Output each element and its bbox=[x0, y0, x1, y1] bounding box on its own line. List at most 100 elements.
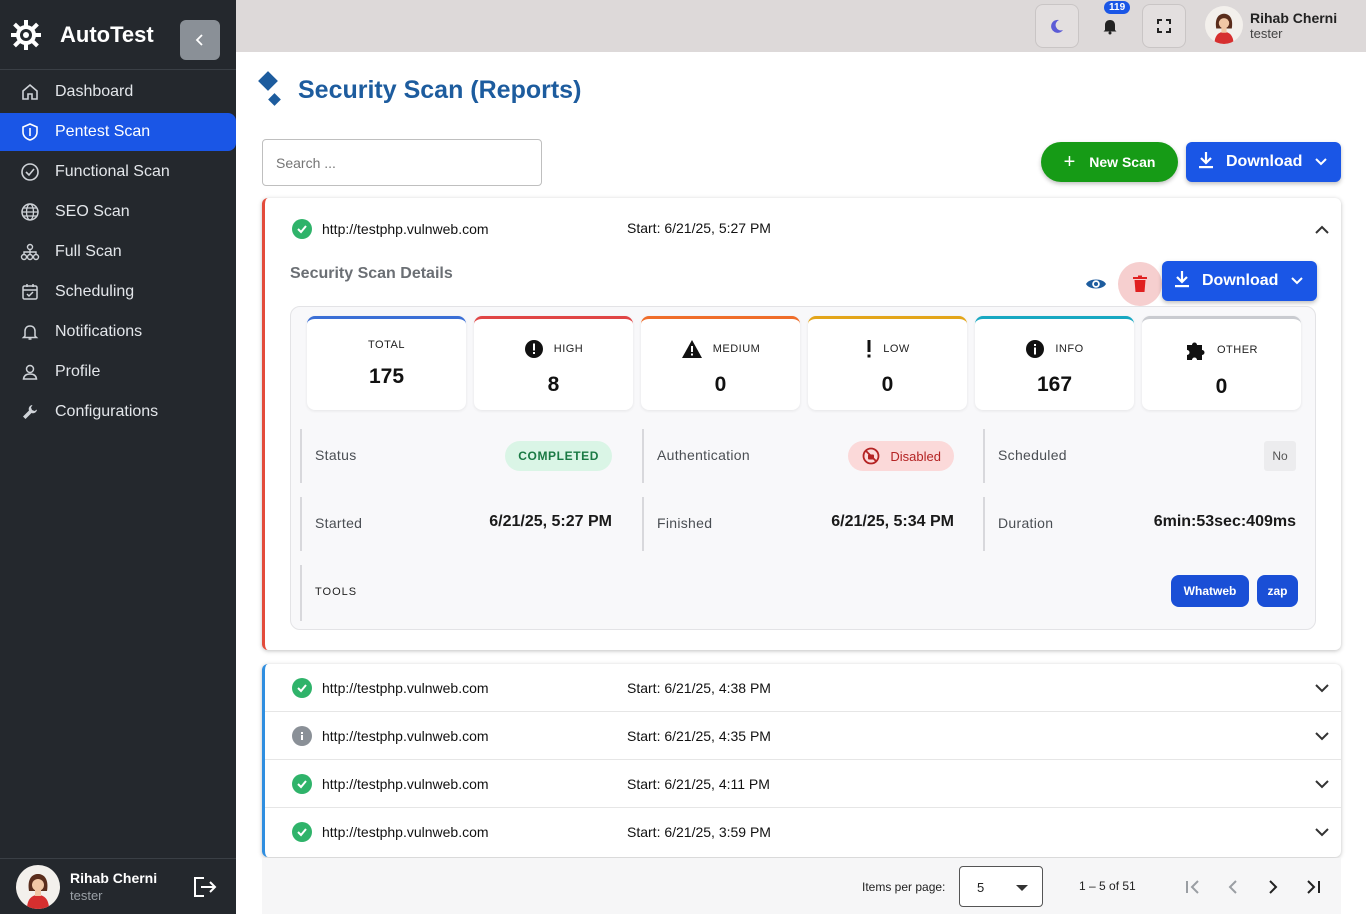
scan-download-button[interactable]: Download bbox=[1162, 261, 1317, 301]
view-eye-icon[interactable] bbox=[1085, 276, 1107, 297]
new-scan-button[interactable]: + New Scan bbox=[1041, 142, 1178, 182]
moon-icon bbox=[1051, 19, 1063, 33]
app-name: AutoTest bbox=[60, 21, 154, 47]
info-status-icon bbox=[292, 726, 312, 746]
scan-panel-expanded: http://testphp.vulnweb.com Start: 6/21/2… bbox=[262, 198, 1341, 650]
info-circle-icon bbox=[1025, 339, 1045, 359]
wrench-icon bbox=[20, 402, 40, 422]
topbar-user[interactable]: Rihab Cherni tester bbox=[1205, 6, 1337, 44]
bell-icon bbox=[20, 322, 40, 342]
download-icon bbox=[1174, 270, 1190, 293]
puzzle-icon bbox=[1185, 339, 1207, 361]
search-input[interactable] bbox=[262, 139, 542, 186]
sidebar-item-functional-scan[interactable]: Functional Scan bbox=[0, 153, 236, 191]
severity-value: 167 bbox=[1036, 373, 1073, 396]
severity-value: 175 bbox=[368, 365, 405, 388]
dropdown-arrow-icon bbox=[1016, 885, 1028, 891]
sidebar-item-label: Scheduling bbox=[55, 283, 135, 300]
last-page-icon[interactable] bbox=[1303, 877, 1323, 897]
theme-toggle-button[interactable] bbox=[1035, 4, 1079, 48]
duration-value: 6min:53sec:409ms bbox=[1153, 513, 1296, 530]
next-page-icon[interactable] bbox=[1263, 877, 1283, 897]
scan-start-time: Start: 6/21/25, 4:35 PM bbox=[627, 728, 771, 744]
sidebar-item-pentest-scan[interactable]: Pentest Scan bbox=[0, 113, 236, 151]
page-size-value: 5 bbox=[977, 880, 985, 895]
collapse-sidebar-button[interactable] bbox=[180, 20, 220, 60]
trash-icon bbox=[1133, 275, 1147, 292]
notifications-count-badge: 119 bbox=[1104, 1, 1131, 14]
tool-chip-whatweb[interactable]: Whatweb bbox=[1171, 575, 1249, 607]
severity-value: 0 bbox=[1215, 375, 1228, 398]
sidebar-item-full-scan[interactable]: Full Scan bbox=[0, 233, 236, 271]
scan-header[interactable]: http://testphp.vulnweb.com bbox=[292, 219, 489, 239]
success-check-icon bbox=[292, 822, 312, 842]
severity-value: 8 bbox=[547, 373, 560, 396]
sidebar-item-configurations[interactable]: Configurations bbox=[0, 393, 236, 431]
chevron-left-icon bbox=[195, 34, 203, 46]
scan-row[interactable]: http://testphp.vulnweb.com Start: 6/21/2… bbox=[265, 760, 1341, 808]
severity-label: INFO bbox=[1055, 343, 1084, 355]
warning-triangle-icon bbox=[681, 339, 703, 359]
chevron-down-icon[interactable] bbox=[1315, 728, 1329, 746]
logout-icon[interactable] bbox=[192, 875, 218, 904]
success-check-icon bbox=[292, 219, 312, 239]
scan-list: http://testphp.vulnweb.com Start: 6/21/2… bbox=[262, 664, 1341, 857]
sidebar-item-label: Notifications bbox=[55, 323, 143, 340]
blocked-icon bbox=[863, 447, 880, 465]
finished-value: 6/21/25, 5:34 PM bbox=[831, 513, 954, 530]
authentication-badge: Disabled bbox=[848, 441, 954, 471]
exclamation-icon bbox=[865, 339, 873, 359]
tool-chip-zap[interactable]: zap bbox=[1257, 575, 1298, 607]
report-logo-icon bbox=[258, 70, 282, 111]
scan-start-time: Start: 6/21/25, 5:27 PM bbox=[627, 220, 771, 236]
severity-label: TOTAL bbox=[368, 339, 405, 351]
scan-row[interactable]: http://testphp.vulnweb.com Start: 6/21/2… bbox=[265, 808, 1341, 856]
started-value: 6/21/25, 5:27 PM bbox=[489, 513, 612, 530]
chevron-down-icon[interactable] bbox=[1315, 680, 1329, 698]
sidebar-item-profile[interactable]: Profile bbox=[0, 353, 236, 391]
started-field: Started 6/21/25, 5:27 PM bbox=[300, 497, 612, 551]
scan-row[interactable]: http://testphp.vulnweb.com Start: 6/21/2… bbox=[265, 664, 1341, 712]
user-icon bbox=[20, 362, 40, 382]
page-range: 1 – 5 of 51 bbox=[1079, 879, 1136, 893]
page-title: Security Scan (Reports) bbox=[298, 76, 582, 104]
fullscreen-button[interactable] bbox=[1142, 4, 1186, 48]
download-icon bbox=[1198, 151, 1214, 174]
delete-button[interactable] bbox=[1118, 262, 1162, 306]
new-scan-label: New Scan bbox=[1089, 154, 1156, 170]
scan-start-time: Start: 6/21/25, 4:11 PM bbox=[627, 776, 770, 792]
page-header: Security Scan (Reports) bbox=[258, 70, 581, 111]
severity-card-low: LOW 0 bbox=[808, 316, 967, 410]
authentication-label: Authentication bbox=[657, 447, 750, 463]
chevron-down-icon[interactable] bbox=[1315, 824, 1329, 842]
status-field: Status COMPLETED bbox=[300, 429, 612, 483]
sidebar-item-scheduling[interactable]: Scheduling bbox=[0, 273, 236, 311]
sidebar-item-label: Pentest Scan bbox=[55, 123, 151, 140]
previous-page-icon[interactable] bbox=[1223, 877, 1243, 897]
sidebar-item-seo-scan[interactable]: SEO Scan bbox=[0, 193, 236, 231]
scan-url: http://testphp.vulnweb.com bbox=[322, 776, 489, 792]
chevron-up-icon[interactable] bbox=[1315, 222, 1329, 240]
sidebar-item-notifications[interactable]: Notifications bbox=[0, 313, 236, 351]
sidebar-nav: Dashboard Pentest Scan Functional Scan S… bbox=[0, 73, 236, 431]
home-icon bbox=[20, 82, 40, 102]
tools-label: TOOLS bbox=[315, 586, 358, 598]
notifications-button[interactable]: 119 bbox=[1088, 1, 1132, 48]
chevron-down-icon[interactable] bbox=[1315, 776, 1329, 794]
severity-card-info: INFO 167 bbox=[975, 316, 1134, 410]
first-page-icon[interactable] bbox=[1183, 877, 1203, 897]
download-button[interactable]: Download bbox=[1186, 142, 1341, 182]
authentication-value: Disabled bbox=[890, 448, 941, 464]
scheduled-badge: No bbox=[1264, 441, 1296, 471]
gear-logo-icon bbox=[10, 19, 42, 51]
severity-label: MEDIUM bbox=[712, 343, 761, 355]
duration-label: Duration bbox=[998, 515, 1054, 531]
sidebar-item-label: Profile bbox=[55, 363, 101, 380]
tools-field: TOOLS Whatweb zap bbox=[300, 565, 1308, 621]
scan-row[interactable]: http://testphp.vulnweb.com Start: 6/21/2… bbox=[265, 712, 1341, 760]
globe-icon bbox=[20, 202, 40, 222]
sidebar-item-label: Full Scan bbox=[55, 243, 122, 260]
chevron-down-icon bbox=[1315, 153, 1327, 171]
page-size-select[interactable]: 5 bbox=[959, 866, 1043, 907]
sidebar-item-dashboard[interactable]: Dashboard bbox=[0, 73, 236, 111]
